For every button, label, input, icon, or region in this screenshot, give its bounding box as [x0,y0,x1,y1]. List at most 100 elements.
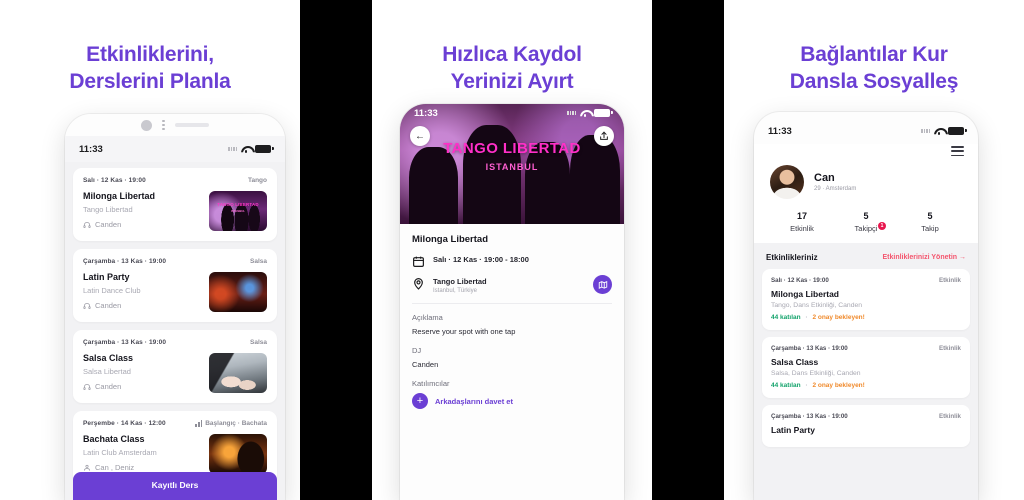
description-label: Açıklama [412,313,443,322]
stat-following[interactable]: 5 Takip [898,211,962,233]
event-title: Salsa Class [83,353,134,363]
event-card-header: Salı · 12 Kas · 19:00 Tango [83,177,267,184]
my-event-tag: Etkinlik [938,344,961,352]
status-time: 11:33 [79,143,103,155]
headline-line-2: Yerinizi Ayırt [450,69,574,93]
event-card-header: Perşembe · 14 Kas · 12:00 Başlangıç · Ba… [83,420,267,427]
silhouette [408,147,459,224]
event-card-body: Milonga Libertad Tango Libertad Canden T… [83,191,267,231]
screenshot-stage: Etkinliklerini, Derslerini Planla 11:33 [0,0,1024,500]
stat-value: 5 [927,210,933,221]
profile-stats: 17 Etkinlik 5 Takipçi 1 5 Takip [754,199,978,243]
my-event-card[interactable]: Salı · 12 Kas · 19:00 Etkinlik Milonga L… [762,268,970,330]
event-date: Çarşamba · 13 Kas · 19:00 [83,258,167,265]
plus-icon: + [412,393,428,409]
my-events-section: Etkinlikleriniz Etkinliklerinizi Yönetin… [754,242,978,500]
my-event-card[interactable]: Çarşamba · 13 Kas · 19:00 Etkinlik Salsa… [762,336,970,398]
status-bar-3: 11:33 [754,118,978,144]
status-bar-2: 11:33 [400,104,624,126]
sensor-dots-icon [162,119,165,131]
event-tag: Salsa [250,339,267,346]
stat-events[interactable]: 17 Etkinlik [770,211,834,233]
my-event-stats: 44 katılan · 2 onay bekleyen! [771,382,961,389]
event-meta-row: Canden [83,220,201,229]
my-event-card[interactable]: Çarşamba · 13 Kas · 19:00 Etkinlik Latin… [762,404,970,447]
my-event-date: Çarşamba · 13 Kas · 19:00 [771,344,848,352]
events-list-screen: Salı · 12 Kas · 19:00 Tango Milonga Libe… [65,162,285,500]
event-hero-image: 11:33 TANGO LIBERTAD ISTANBUL ← [400,104,624,224]
event-date: Perşembe · 14 Kas · 12:00 [83,420,166,427]
event-meta-row: Canden [83,382,201,391]
map-icon[interactable] [593,275,612,294]
pending-count: 2 onay bekleyen! [812,313,865,321]
share-icon[interactable] [594,126,614,146]
my-event-subtitle: Salsa, Dans Etkinliği, Canden [771,369,861,377]
phone-mockup-3: 11:33 Can 29 · Amsterdam 17 Etkinlik 5 T… [754,112,978,500]
event-card[interactable]: Çarşamba · 13 Kas · 19:00 Salsa Salsa Cl… [73,330,277,403]
pending-count: 2 onay bekleyen! [812,381,865,389]
promo-panel-2: Hızlıca Kaydol Yerinizi Ayırt 11:33 TANG… [372,0,652,500]
venue-name: Tango Libertad [433,277,487,286]
manage-events-link[interactable]: Etkinliklerinizi Yönetin → [883,254,967,261]
event-date: Çarşamba · 13 Kas · 19:00 [83,339,167,346]
phone-mockup-1: 11:33 Salı · 12 Kas · 19:00 Tango Milong [65,114,285,500]
venue-city: Istanbul, Türkiye [433,288,477,294]
back-arrow-icon[interactable]: ← [410,126,430,146]
status-indicators [228,145,274,153]
headline-line-1: Bağlantılar Kur [800,43,948,66]
status-indicators [567,109,613,117]
signal-icon [921,129,930,133]
stat-followers[interactable]: 5 Takipçi 1 [834,211,898,233]
event-subtitle: Latin Club Amsterdam [83,448,157,457]
saved-classes-button[interactable]: Kayıtlı Ders [73,472,277,500]
promo-panel-1: Etkinliklerini, Derslerini Planla 11:33 [0,0,300,500]
speaker-grille [174,123,209,127]
battery-icon [948,127,967,135]
status-bar-1: 11:33 [65,136,285,162]
my-event-header: Çarşamba · 13 Kas · 19:00 Etkinlik [771,413,961,420]
detail-date-row: Salı · 12 Kas · 19:00 - 18:00 [412,255,612,268]
event-card-header: Çarşamba · 13 Kas · 19:00 Salsa [83,258,267,265]
my-event-tag: Etkinlik [938,276,961,284]
camera-icon [141,119,153,131]
attendees-label: Katılımcılar [412,379,450,388]
share-glyph [600,131,608,140]
my-event-subtitle: Tango, Dans Etkinliği, Canden [771,301,863,309]
avatar[interactable] [770,164,804,199]
location-pin-icon [414,278,423,290]
map-glyph [598,280,607,289]
thumbnail-subtitle: ISTANBUL [231,209,245,213]
stat-value: 5 [863,210,869,221]
event-thumbnail: TANGO LIBERTAD ISTANBUL [209,191,267,231]
event-detail-screen: Milonga Libertad Salı · 12 Kas · 19:00 -… [400,224,624,409]
stat-label: Etkinlik [790,223,814,233]
stat-value: 17 [796,210,807,221]
signal-icon [567,111,576,115]
event-tag: Başlangıç · Bachata [195,420,267,427]
hamburger-menu-icon[interactable] [754,144,978,159]
wifi-icon [934,127,944,135]
event-subtitle: Tango Libertad [83,205,133,214]
divider [412,303,612,304]
my-event-title: Milonga Libertad [771,288,839,299]
wifi-icon [580,109,590,117]
teacher-icon [83,464,91,471]
phone-notch-bar [65,114,285,136]
event-card[interactable]: Çarşamba · 13 Kas · 19:00 Salsa Latin Pa… [73,249,277,322]
panel-3-headline: Bağlantılar Kur Dansla Sosyalleş [724,0,1024,96]
panel-divider [300,0,372,500]
headline-line-2: Derslerini Planla [69,69,231,93]
my-event-header: Salı · 12 Kas · 19:00 Etkinlik [771,277,961,284]
detail-location-row[interactable]: Tango Libertad Istanbul, Türkiye [412,275,612,294]
invite-friends-button[interactable]: + Arkadaşlarını davet et [412,393,612,409]
event-thumbnail [209,353,267,393]
panel-2-headline: Hızlıca Kaydol Yerinizi Ayırt [372,0,652,96]
event-card[interactable]: Salı · 12 Kas · 19:00 Tango Milonga Libe… [73,168,277,241]
status-time: 11:33 [768,125,792,137]
hero-subtitle: ISTANBUL [485,162,539,172]
event-subtitle: Latin Dance Club [83,286,141,295]
event-meta-row: Can , Deniz [83,463,201,472]
notification-badge: 1 [878,221,886,230]
status-time: 11:33 [414,107,438,119]
event-meta-row: Canden [83,301,201,310]
